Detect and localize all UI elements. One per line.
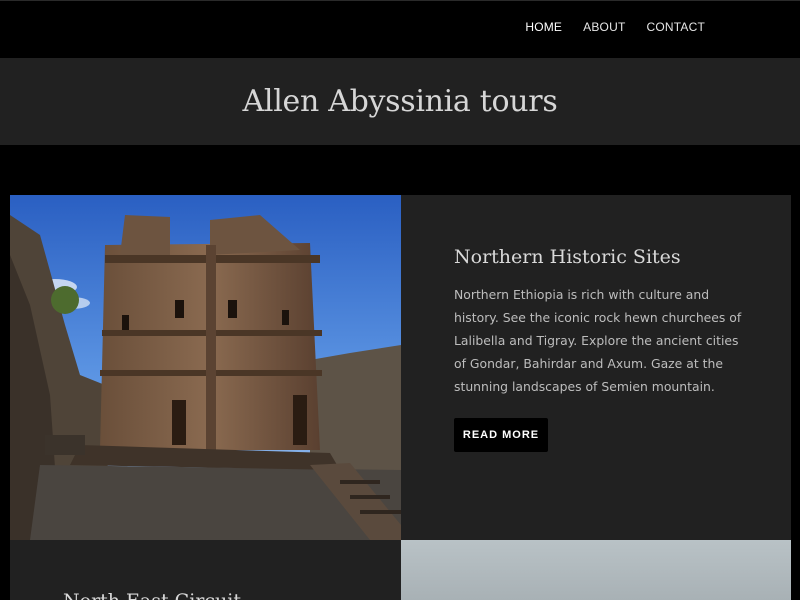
rock-church-illustration [10,195,401,540]
top-navbar: HOME ABOUT CONTACT [0,0,800,58]
section-title: Northern Historic Sites [454,246,681,268]
northern-sites-card: Northern Historic Sites Northern Ethiopi… [401,195,791,540]
nav-contact-link[interactable]: CONTACT [625,20,705,34]
site-title: Allen Abyssinia tours [242,84,558,119]
rock-church-photo [10,195,401,540]
feature-row-north-east: North East Circuit [10,540,791,600]
section-description: Northern Ethiopia is rich with culture a… [454,287,742,394]
nav-home-link[interactable]: HOME [525,20,562,34]
site-title-banner: Allen Abyssinia tours [0,58,800,145]
section-title: North East Circuit [63,590,241,600]
read-more-button[interactable]: READ MORE [454,418,548,452]
main-nav: HOME ABOUT CONTACT [525,20,705,34]
north-east-card: North East Circuit [10,540,401,600]
feature-row-northern: Northern Historic Sites Northern Ethiopi… [10,195,791,540]
nav-about-link[interactable]: ABOUT [562,20,625,34]
north-east-photo [401,540,791,600]
